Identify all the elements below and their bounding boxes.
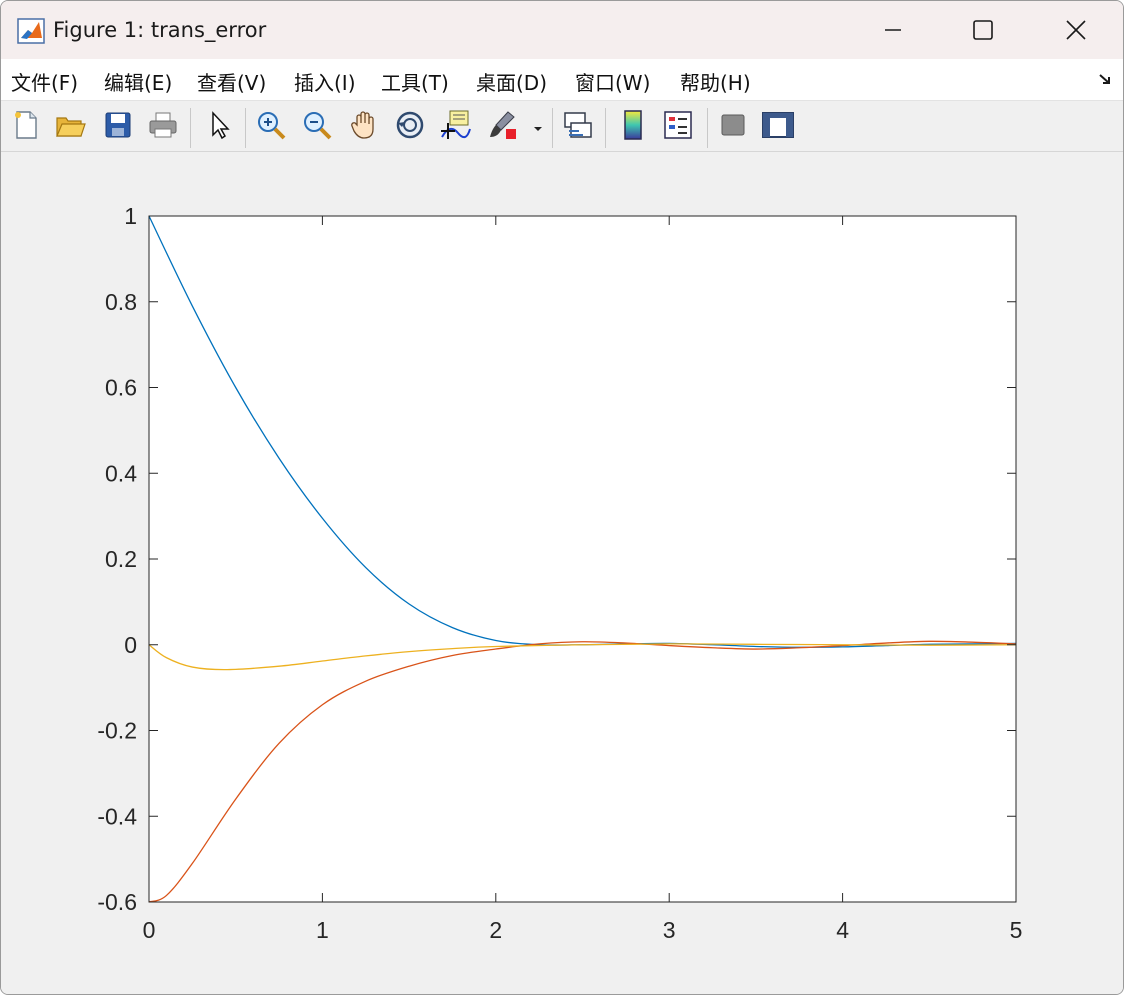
minimize-button[interactable] bbox=[847, 1, 939, 59]
pan-button[interactable] bbox=[345, 108, 383, 146]
zoom-out-icon bbox=[301, 109, 333, 145]
dock-arrow-icon[interactable] bbox=[1097, 71, 1113, 91]
new-figure-icon bbox=[11, 109, 41, 145]
zoom-in-icon bbox=[255, 109, 287, 145]
close-button[interactable] bbox=[1030, 1, 1122, 59]
matlab-logo-icon[interactable] bbox=[17, 18, 45, 44]
y-tick-label: 0.2 bbox=[105, 546, 137, 572]
hide-plot-tools-button[interactable] bbox=[714, 108, 752, 146]
toolbar-separator bbox=[707, 108, 708, 148]
menu-desktop[interactable]: 桌面(D) bbox=[476, 67, 547, 96]
menu-bar: 文件(F) 编辑(E) 查看(V) 插入(I) 工具(T) 桌面(D) 窗口(W… bbox=[1, 59, 1123, 101]
y-tick-label: 1 bbox=[124, 203, 137, 229]
menu-file[interactable]: 文件(F) bbox=[11, 67, 78, 96]
save-button[interactable] bbox=[99, 108, 137, 146]
y-tick-label: 0.6 bbox=[105, 375, 137, 401]
link-plot-button[interactable] bbox=[559, 108, 597, 146]
menu-tools[interactable]: 工具(T) bbox=[381, 67, 449, 96]
x-tick-label: 4 bbox=[836, 917, 849, 943]
show-plot-tools-button[interactable] bbox=[759, 108, 797, 146]
open-file-icon bbox=[54, 110, 86, 144]
colorbar-button[interactable] bbox=[614, 108, 652, 146]
zoom-out-button[interactable] bbox=[298, 108, 336, 146]
rotate-3d-button[interactable] bbox=[391, 108, 429, 146]
title-bar[interactable]: Figure 1: trans_error bbox=[1, 1, 1123, 59]
figure-toolbar bbox=[1, 102, 1123, 152]
maximize-button[interactable] bbox=[937, 1, 1029, 59]
hide-plot-tools-icon bbox=[719, 111, 747, 143]
y-tick-label: -0.4 bbox=[97, 803, 137, 829]
legend-button[interactable] bbox=[659, 108, 697, 146]
axes-background[interactable] bbox=[149, 216, 1016, 902]
toolbar-separator bbox=[190, 108, 191, 148]
y-tick-label: -0.2 bbox=[97, 718, 137, 744]
x-tick-label: 5 bbox=[1010, 917, 1023, 943]
menu-edit[interactable]: 编辑(E) bbox=[104, 67, 172, 96]
colorbar-icon bbox=[621, 109, 645, 145]
y-tick-label: 0.8 bbox=[105, 289, 137, 315]
menu-view[interactable]: 查看(V) bbox=[197, 67, 266, 96]
toolbar-separator bbox=[552, 108, 553, 148]
data-cursor-button[interactable] bbox=[436, 108, 474, 146]
edit-plot-button[interactable] bbox=[201, 108, 239, 146]
brush-dropdown-icon bbox=[533, 118, 543, 137]
x-tick-label: 0 bbox=[143, 917, 156, 943]
y-tick-label: 0 bbox=[124, 632, 137, 658]
rotate-3d-icon bbox=[394, 109, 426, 145]
data-cursor-icon bbox=[438, 109, 472, 145]
close-icon bbox=[1065, 19, 1087, 41]
print-icon bbox=[147, 110, 179, 144]
pan-hand-icon bbox=[348, 109, 380, 145]
legend-icon bbox=[662, 109, 694, 145]
print-button[interactable] bbox=[144, 108, 182, 146]
x-tick-label: 2 bbox=[489, 917, 502, 943]
x-tick-label: 1 bbox=[316, 917, 329, 943]
menu-window[interactable]: 窗口(W) bbox=[575, 67, 650, 96]
window-title: Figure 1: trans_error bbox=[53, 18, 267, 42]
link-plot-icon bbox=[561, 109, 595, 145]
minimize-icon bbox=[883, 20, 903, 40]
open-file-button[interactable] bbox=[51, 108, 89, 146]
menu-help[interactable]: 帮助(H) bbox=[680, 67, 751, 96]
menu-insert[interactable]: 插入(I) bbox=[294, 67, 356, 96]
figure-window: Figure 1: trans_error 文件(F) 编辑(E) 查看(V) … bbox=[0, 0, 1124, 995]
zoom-in-button[interactable] bbox=[252, 108, 290, 146]
save-icon bbox=[103, 110, 133, 144]
y-tick-label: -0.6 bbox=[97, 889, 137, 915]
toolbar-separator bbox=[605, 108, 606, 148]
plot-svg[interactable]: 0 1 2 3 4 5 -0.6 -0.4 -0.2 0 0.2 0.4 0.6 0.8 1 bbox=[1, 153, 1124, 995]
new-figure-button[interactable] bbox=[7, 108, 45, 146]
maximize-icon bbox=[972, 19, 994, 41]
edit-plot-pointer-icon bbox=[207, 110, 233, 144]
brush-icon bbox=[486, 109, 520, 145]
brush-dropdown-button[interactable] bbox=[529, 108, 547, 146]
show-plot-tools-icon bbox=[761, 110, 795, 144]
figure-canvas[interactable]: 0 1 2 3 4 5 -0.6 -0.4 -0.2 0 0.2 0.4 0.6 0.8 1 bbox=[1, 153, 1124, 995]
brush-button[interactable] bbox=[484, 108, 522, 146]
x-tick-label: 3 bbox=[663, 917, 676, 943]
y-tick-label: 0.4 bbox=[105, 460, 137, 486]
toolbar-separator bbox=[245, 108, 246, 148]
